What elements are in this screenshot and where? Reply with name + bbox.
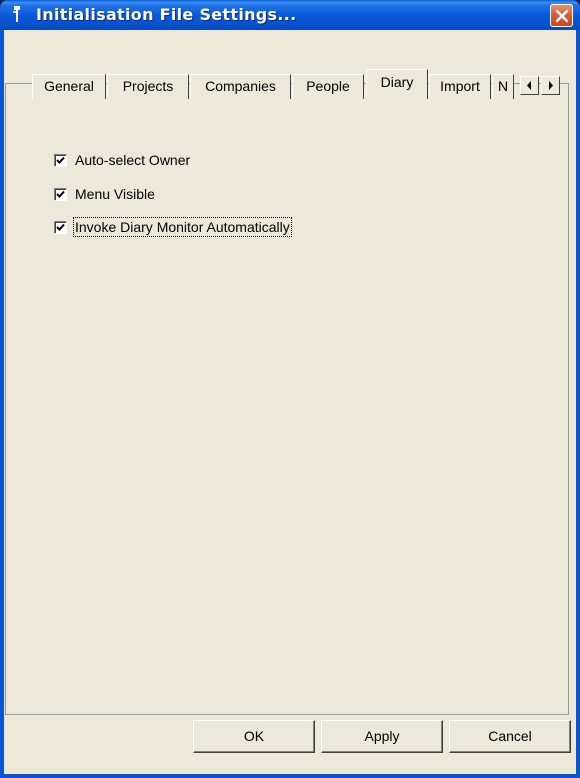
ok-button-label: OK xyxy=(243,728,265,744)
tab-label: Companies xyxy=(205,78,276,94)
window-title: Initialisation File Settings... xyxy=(36,5,297,24)
tab-label: N xyxy=(498,78,509,94)
checkmark-icon xyxy=(56,190,65,198)
title-bar[interactable]: Initialisation File Settings... xyxy=(0,0,580,30)
window-frame-bottom xyxy=(0,774,580,778)
close-icon xyxy=(555,9,569,23)
menu-visible-checkbox[interactable] xyxy=(54,187,67,201)
cancel-button[interactable]: Cancel xyxy=(449,720,571,753)
invoke-diary-monitor-label: Invoke Diary Monitor Automatically xyxy=(73,217,292,237)
window-frame-right xyxy=(576,30,580,778)
tab-scroll-left-button[interactable] xyxy=(520,76,539,95)
auto-select-owner-option[interactable]: Auto-select Owner xyxy=(54,150,190,170)
scroll-right-icon xyxy=(549,81,553,90)
checkmark-icon xyxy=(56,223,65,231)
tab-projects[interactable]: Projects xyxy=(107,74,189,99)
menu-visible-option[interactable]: Menu Visible xyxy=(54,184,155,204)
tab-partial[interactable]: N xyxy=(492,74,514,99)
menu-visible-label: Menu Visible xyxy=(75,186,155,202)
tab-label: Import xyxy=(440,78,480,94)
tab-panel-diary xyxy=(5,83,569,715)
ok-button[interactable]: OK xyxy=(193,720,315,753)
tab-companies[interactable]: Companies xyxy=(190,74,291,99)
tab-people[interactable]: People xyxy=(292,74,364,99)
tab-scroll-right-button[interactable] xyxy=(541,76,560,95)
close-button[interactable] xyxy=(550,4,573,27)
cancel-button-label: Cancel xyxy=(488,728,532,744)
tab-import[interactable]: Import xyxy=(429,74,491,99)
auto-select-owner-checkbox[interactable] xyxy=(54,153,67,167)
tab-general[interactable]: General xyxy=(32,74,106,99)
apply-button-label: Apply xyxy=(364,728,400,744)
checkmark-icon xyxy=(56,156,65,164)
auto-select-owner-label: Auto-select Owner xyxy=(75,152,191,168)
tab-label: Diary xyxy=(380,74,414,90)
scroll-left-icon xyxy=(527,81,531,90)
invoke-diary-monitor-option[interactable]: Invoke Diary Monitor Automatically xyxy=(54,217,292,237)
tab-label: General xyxy=(44,78,94,94)
tab-diary[interactable]: Diary xyxy=(366,69,428,99)
apply-button[interactable]: Apply xyxy=(321,720,443,753)
tab-label: Projects xyxy=(122,78,174,94)
invoke-diary-monitor-checkbox[interactable] xyxy=(54,220,67,234)
ini-file-icon xyxy=(13,6,20,22)
settings-window: Initialisation File Settings... General … xyxy=(0,0,580,778)
tab-label: People xyxy=(306,78,350,94)
